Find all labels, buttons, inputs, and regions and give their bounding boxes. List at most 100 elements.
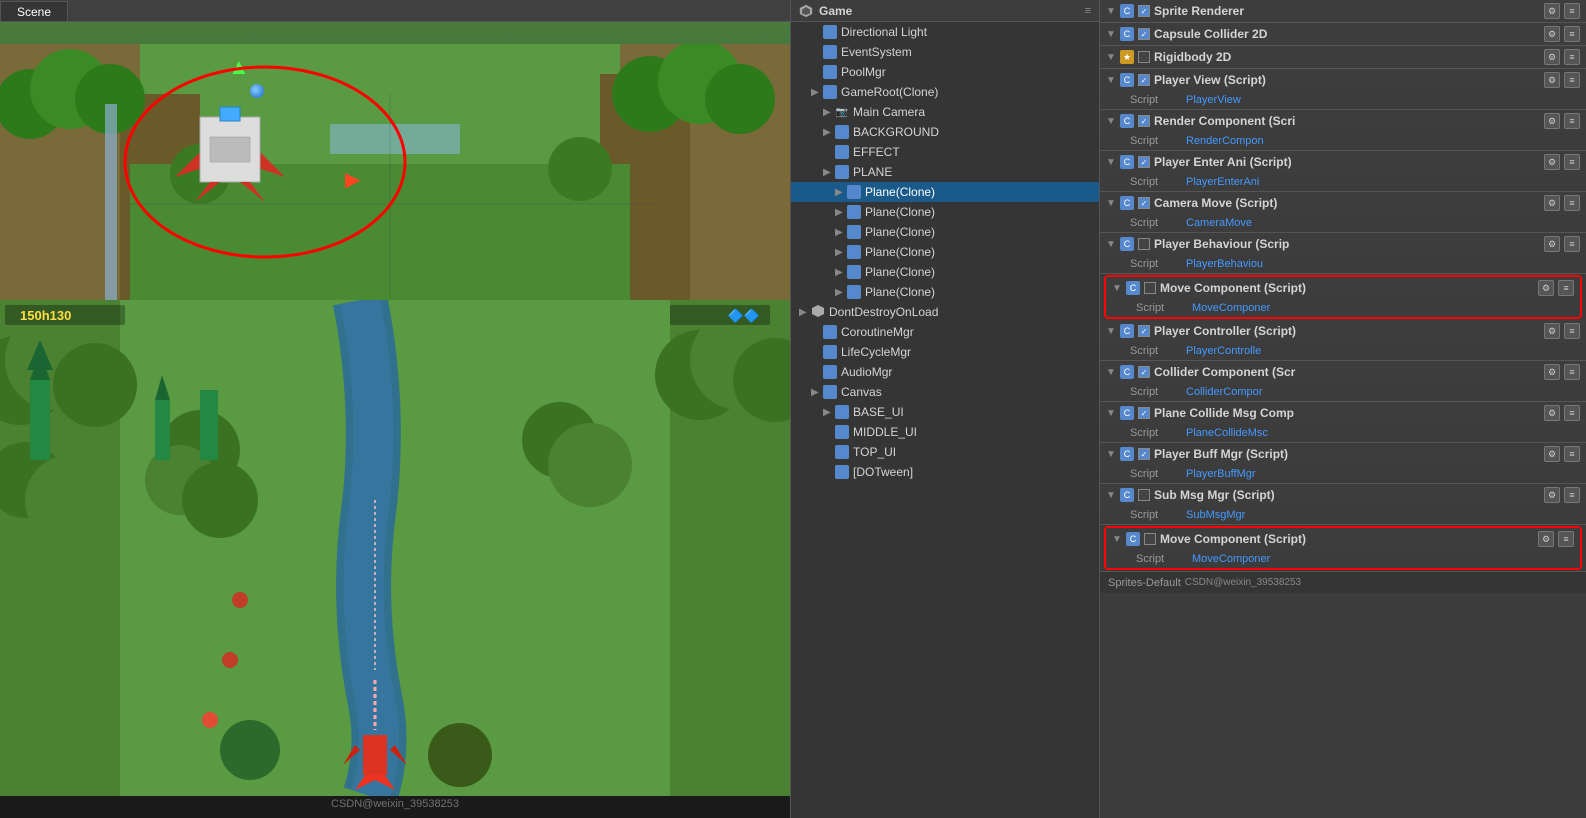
- component-menu-btn-13[interactable]: ≡: [1564, 487, 1580, 503]
- component-header-12[interactable]: ▼C✓Player Buff Mgr (Script)⚙≡: [1100, 443, 1586, 465]
- hierarchy-label-14: DontDestroyOnLoad: [829, 305, 938, 319]
- component-settings-btn-12[interactable]: ⚙: [1544, 446, 1560, 462]
- component-checkbox-4[interactable]: ✓: [1138, 115, 1150, 127]
- hierarchy-arrow-8: ▶: [835, 187, 847, 198]
- component-menu-btn-9[interactable]: ≡: [1564, 323, 1580, 339]
- component-settings-btn-5[interactable]: ⚙: [1544, 154, 1560, 170]
- component-header-3[interactable]: ▼C✓Player View (Script)⚙≡: [1100, 69, 1586, 91]
- hierarchy-item-18[interactable]: ▶Canvas: [791, 382, 1099, 402]
- component-settings-btn-3[interactable]: ⚙: [1544, 72, 1560, 88]
- row-value-14-0: MoveComponer: [1192, 553, 1270, 565]
- component-header-11[interactable]: ▼C✓Plane Collide Msg Comp⚙≡: [1100, 402, 1586, 424]
- component-menu-btn-8[interactable]: ≡: [1558, 280, 1574, 296]
- component-menu-btn-7[interactable]: ≡: [1564, 236, 1580, 252]
- scene-arrow-up: ▲: [228, 54, 250, 80]
- hierarchy-item-14[interactable]: ▶DontDestroyOnLoad: [791, 302, 1099, 322]
- component-header-7[interactable]: ▼CPlayer Behaviour (Scrip⚙≡: [1100, 233, 1586, 255]
- hierarchy-item-6[interactable]: EFFECT: [791, 142, 1099, 162]
- component-settings-btn-0[interactable]: ⚙: [1544, 3, 1560, 19]
- component-settings-btn-8[interactable]: ⚙: [1538, 280, 1554, 296]
- component-menu-btn-0[interactable]: ≡: [1564, 3, 1580, 19]
- component-menu-btn-2[interactable]: ≡: [1564, 49, 1580, 65]
- hierarchy-item-16[interactable]: LifeCycleMgr: [791, 342, 1099, 362]
- component-header-0[interactable]: ▼C✓Sprite Renderer⚙≡: [1100, 0, 1586, 22]
- component-checkbox-11[interactable]: ✓: [1138, 407, 1150, 419]
- component-settings-btn-4[interactable]: ⚙: [1544, 113, 1560, 129]
- hierarchy-menu-icon[interactable]: ≡: [1085, 5, 1091, 17]
- component-settings-btn-6[interactable]: ⚙: [1544, 195, 1560, 211]
- component-checkbox-12[interactable]: ✓: [1138, 448, 1150, 460]
- component-header-10[interactable]: ▼C✓Collider Component (Scr⚙≡: [1100, 361, 1586, 383]
- component-settings-btn-1[interactable]: ⚙: [1544, 26, 1560, 42]
- component-checkbox-13[interactable]: [1138, 489, 1150, 501]
- hierarchy-item-8[interactable]: ▶Plane(Clone): [791, 182, 1099, 202]
- component-checkbox-9[interactable]: ✓: [1138, 325, 1150, 337]
- component-settings-btn-13[interactable]: ⚙: [1544, 487, 1560, 503]
- component-checkbox-10[interactable]: ✓: [1138, 366, 1150, 378]
- component-header-14[interactable]: ▼CMove Component (Script)⚙≡: [1106, 528, 1580, 550]
- component-header-4[interactable]: ▼C✓Render Component (Scri⚙≡: [1100, 110, 1586, 132]
- inspector-component-11: ▼C✓Plane Collide Msg Comp⚙≡ScriptPlaneCo…: [1100, 402, 1586, 443]
- hierarchy-arrow-18: ▶: [811, 387, 823, 398]
- component-menu-btn-12[interactable]: ≡: [1564, 446, 1580, 462]
- hierarchy-label-4: Main Camera: [853, 105, 925, 119]
- component-checkbox-2[interactable]: [1138, 51, 1150, 63]
- component-menu-btn-14[interactable]: ≡: [1558, 531, 1574, 547]
- hierarchy-item-11[interactable]: ▶Plane(Clone): [791, 242, 1099, 262]
- component-menu-btn-4[interactable]: ≡: [1564, 113, 1580, 129]
- component-name-12: Player Buff Mgr (Script): [1154, 447, 1540, 461]
- component-checkbox-14[interactable]: [1144, 533, 1156, 545]
- component-icon-4: C: [1120, 114, 1134, 128]
- component-settings-btn-7[interactable]: ⚙: [1544, 236, 1560, 252]
- component-settings-btn-10[interactable]: ⚙: [1544, 364, 1560, 380]
- component-row-14-0: ScriptMoveComponer: [1106, 550, 1580, 568]
- hierarchy-item-2[interactable]: PoolMgr: [791, 62, 1099, 82]
- component-menu-btn-3[interactable]: ≡: [1564, 72, 1580, 88]
- hierarchy-item-0[interactable]: Directional Light: [791, 22, 1099, 42]
- component-header-8[interactable]: ▼CMove Component (Script)⚙≡: [1106, 277, 1580, 299]
- hierarchy-item-13[interactable]: ▶Plane(Clone): [791, 282, 1099, 302]
- hierarchy-item-19[interactable]: ▶BASE_UI: [791, 402, 1099, 422]
- component-menu-btn-5[interactable]: ≡: [1564, 154, 1580, 170]
- component-checkbox-5[interactable]: ✓: [1138, 156, 1150, 168]
- component-header-5[interactable]: ▼C✓Player Enter Ani (Script)⚙≡: [1100, 151, 1586, 173]
- component-header-13[interactable]: ▼CSub Msg Mgr (Script)⚙≡: [1100, 484, 1586, 506]
- component-header-6[interactable]: ▼C✓Camera Move (Script)⚙≡: [1100, 192, 1586, 214]
- component-settings-btn-9[interactable]: ⚙: [1544, 323, 1560, 339]
- component-checkbox-1[interactable]: ✓: [1138, 28, 1150, 40]
- component-menu-btn-6[interactable]: ≡: [1564, 195, 1580, 211]
- component-header-9[interactable]: ▼C✓Player Controller (Script)⚙≡: [1100, 320, 1586, 342]
- component-checkbox-6[interactable]: ✓: [1138, 197, 1150, 209]
- component-settings-btn-14[interactable]: ⚙: [1538, 531, 1554, 547]
- hierarchy-item-9[interactable]: ▶Plane(Clone): [791, 202, 1099, 222]
- hierarchy-icon-4: 📷: [835, 105, 849, 119]
- component-header-2[interactable]: ▼★Rigidbody 2D⚙≡: [1100, 46, 1586, 68]
- component-checkbox-0[interactable]: ✓: [1138, 5, 1150, 17]
- component-checkbox-3[interactable]: ✓: [1138, 74, 1150, 86]
- hierarchy-item-15[interactable]: CoroutineMgr: [791, 322, 1099, 342]
- hierarchy-item-1[interactable]: EventSystem: [791, 42, 1099, 62]
- hierarchy-item-17[interactable]: AudioMgr: [791, 362, 1099, 382]
- component-settings-btn-2[interactable]: ⚙: [1544, 49, 1560, 65]
- component-checkbox-7[interactable]: [1138, 238, 1150, 250]
- row-label-12-0: Script: [1130, 468, 1180, 480]
- hierarchy-item-7[interactable]: ▶PLANE: [791, 162, 1099, 182]
- hierarchy-item-3[interactable]: ▶GameRoot(Clone): [791, 82, 1099, 102]
- hierarchy-icon-5: [835, 125, 849, 139]
- scene-tab[interactable]: Scene: [0, 1, 68, 21]
- hierarchy-icon-16: [823, 345, 837, 359]
- component-menu-btn-10[interactable]: ≡: [1564, 364, 1580, 380]
- hierarchy-item-10[interactable]: ▶Plane(Clone): [791, 222, 1099, 242]
- hierarchy-item-21[interactable]: TOP_UI: [791, 442, 1099, 462]
- component-checkbox-8[interactable]: [1144, 282, 1156, 294]
- hierarchy-item-12[interactable]: ▶Plane(Clone): [791, 262, 1099, 282]
- hierarchy-item-5[interactable]: ▶BACKGROUND: [791, 122, 1099, 142]
- component-menu-btn-11[interactable]: ≡: [1564, 405, 1580, 421]
- hierarchy-item-20[interactable]: MIDDLE_UI: [791, 422, 1099, 442]
- component-menu-btn-1[interactable]: ≡: [1564, 26, 1580, 42]
- component-header-1[interactable]: ▼C✓Capsule Collider 2D⚙≡: [1100, 23, 1586, 45]
- hierarchy-icon-18: [823, 385, 837, 399]
- hierarchy-item-4[interactable]: ▶📷Main Camera: [791, 102, 1099, 122]
- hierarchy-item-22[interactable]: [DOTween]: [791, 462, 1099, 482]
- component-settings-btn-11[interactable]: ⚙: [1544, 405, 1560, 421]
